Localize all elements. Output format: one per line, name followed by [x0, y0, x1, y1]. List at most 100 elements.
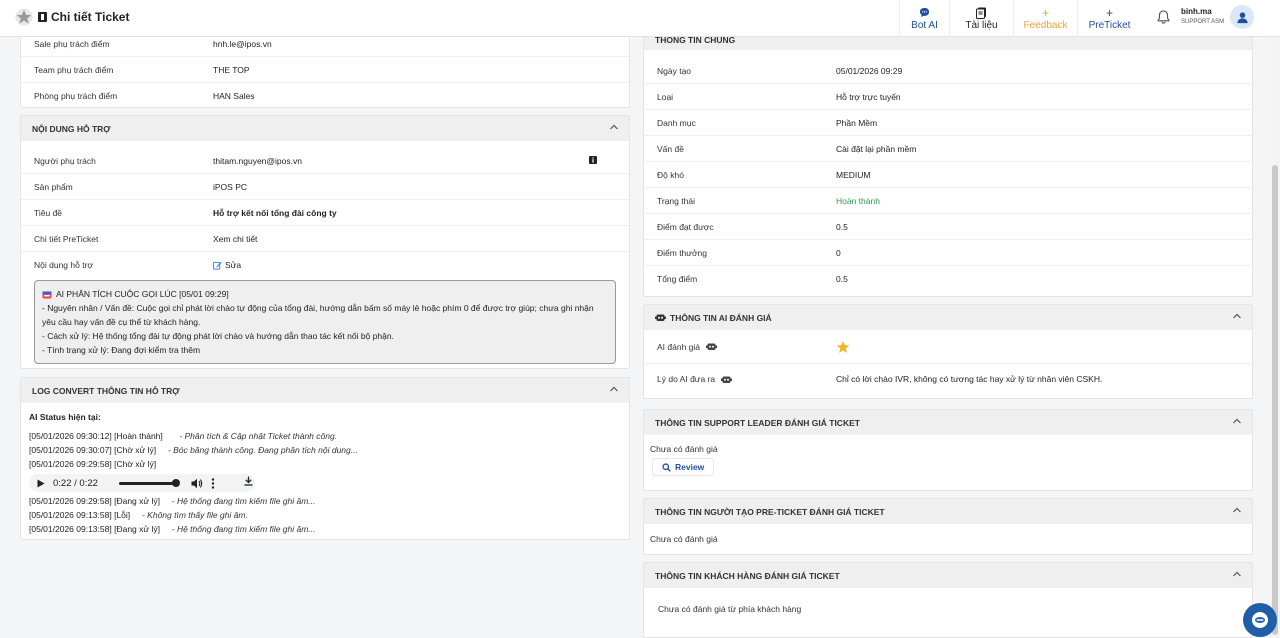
audio-seek-bar[interactable]: [119, 478, 180, 487]
customer-evaluation-header[interactable]: THÔNG TIN KHÁCH HÀNG ĐÁNH GIÁ TICKET: [644, 563, 1252, 588]
chat-widget-button[interactable]: [1243, 603, 1277, 637]
chevron-up-icon[interactable]: [1232, 416, 1242, 426]
section-title: THÔNG TIN SUPPORT LEADER ĐÁNH GIÁ TICKET: [655, 417, 860, 428]
edit-button[interactable]: Sửa: [213, 260, 241, 270]
log-convert-header[interactable]: LOG CONVERT THÔNG TIN HỖ TRỢ: [21, 378, 629, 403]
general-info-card: THÔNG TIN CHUNG Ngày tạo 05/01/2026 09:29…: [643, 24, 1253, 297]
audio-time: 0:22 / 0:22: [53, 477, 98, 489]
chevron-up-icon[interactable]: [1232, 569, 1242, 579]
log-time: [05/01/2026 09:29:58]: [29, 496, 112, 506]
info-row: Sản phẩm iPOS PC: [21, 174, 629, 200]
leader-evaluation-card: THÔNG TIN SUPPORT LEADER ĐÁNH GIÁ TICKET…: [643, 409, 1253, 491]
play-icon[interactable]: [37, 479, 45, 488]
volume-icon[interactable]: [191, 478, 203, 489]
log-time: [05/01/2026 09:13:58]: [29, 524, 112, 534]
view-detail-link[interactable]: Xem chi tiết: [213, 234, 257, 244]
review-button[interactable]: Review: [652, 458, 715, 476]
log-line: [05/01/2026 09:29:58] [Chờ xử lý]: [21, 457, 629, 471]
info-row: Tiêu đề Hỗ trợ kết nối tổng đài công ty: [21, 200, 629, 226]
no-evaluation-text: Chưa có đánh giá: [650, 534, 718, 544]
robot-icon: [706, 343, 718, 350]
user-info[interactable]: binh.ma SUPPORT ASM: [1181, 7, 1224, 27]
info-row: Chi tiết PreTicket Xem chi tiết: [21, 226, 629, 252]
log-line: [05/01/2026 09:30:12] [Hoàn thành] - Phâ…: [21, 429, 629, 443]
chevron-up-icon[interactable]: [609, 122, 619, 132]
ai-analysis-cause: - Nguyên nhân / Vấn đề: Cuộc gọi chỉ phá…: [42, 303, 594, 327]
chevron-up-icon[interactable]: [1232, 505, 1242, 515]
row-value: Cài đặt lại phần mềm: [836, 143, 917, 154]
row-label: Sale phụ trách điểm: [34, 38, 110, 49]
page-title: Chi tiết Ticket: [51, 10, 130, 24]
row-value: Phần Mềm: [836, 117, 878, 128]
more-options-icon[interactable]: [211, 477, 215, 489]
row-label: Điểm đạt được: [657, 221, 714, 232]
no-customer-evaluation-text: Chưa có đánh giá từ phía khách hàng: [658, 604, 802, 614]
chevron-up-icon[interactable]: [609, 384, 619, 394]
info-row: Độ khó MEDIUM: [644, 162, 1252, 188]
top-nav: Bot AI Tài liệu + Feedback + PreTicket: [899, 0, 1141, 37]
row-label: Người phụ trách: [34, 155, 96, 166]
info-row: Người phụ trách thitam.nguyen@ipos.vn: [21, 148, 629, 174]
user-role: SUPPORT ASM: [1181, 19, 1225, 25]
row-value: THE TOP: [213, 64, 250, 75]
document-icon: [976, 7, 986, 19]
row-label: Chi tiết PreTicket: [34, 233, 99, 244]
section-title: THÔNG TIN KHÁCH HÀNG ĐÁNH GIÁ TICKET: [655, 570, 840, 581]
log-line: [05/01/2026 09:13:58] [Lỗi] - Không tìm …: [21, 508, 629, 522]
logo-icon[interactable]: [15, 8, 33, 26]
download-icon[interactable]: [244, 476, 253, 486]
info-row: Ngày tạo 05/01/2026 09:29: [644, 58, 1252, 84]
log-line: [05/01/2026 09:13:58] [Đang xử lý] - Hệ …: [21, 522, 629, 536]
chat-bubble-icon: [919, 7, 930, 18]
scrollbar-thumb[interactable]: [1272, 165, 1278, 635]
section-title: LOG CONVERT THÔNG TIN HỖ TRỢ: [32, 385, 180, 396]
star-icon: [836, 340, 850, 353]
ai-status-label: AI Status hiện tại:: [29, 412, 101, 422]
plus-icon: +: [1105, 5, 1113, 20]
ticket-icon: [38, 12, 47, 22]
log-message: - Không tìm thấy file ghi âm.: [141, 510, 248, 520]
log-message: - Hệ thống đang tìm kiếm file ghi âm...: [171, 496, 316, 506]
chevron-up-icon[interactable]: [1232, 311, 1242, 321]
nav-bot-ai[interactable]: Bot AI: [899, 0, 949, 37]
bell-icon[interactable]: [1156, 9, 1171, 25]
info-row: Trạng thái Hoàn thành: [644, 188, 1252, 214]
log-line: [05/01/2026 09:30:07] [Chờ xử lý] - Bóc …: [21, 443, 629, 457]
search-icon: [662, 462, 671, 472]
log-status: [Đang xử lý]: [114, 496, 160, 506]
row-value: MEDIUM: [836, 169, 871, 180]
info-icon[interactable]: [589, 156, 597, 164]
ai-evaluation-card: THÔNG TIN AI ĐÁNH GIÁ AI đánh giá Lý do …: [643, 304, 1253, 399]
no-evaluation-text: Chưa có đánh giá: [650, 444, 718, 454]
edit-label: Sửa: [225, 260, 242, 270]
audio-player: 0:22 / 0:22: [29, 474, 255, 492]
creator-evaluation-card: THÔNG TIN NGƯỜI TẠO PRE-TICKET ĐÁNH GIÁ …: [643, 498, 1253, 555]
row-label: Team phụ trách điểm: [34, 64, 114, 75]
nav-feedback[interactable]: + Feedback: [1013, 0, 1077, 37]
log-message: - Hệ thống đang tìm kiếm file ghi âm...: [171, 524, 316, 534]
ai-evaluation-header[interactable]: THÔNG TIN AI ĐÁNH GIÁ: [644, 305, 1252, 330]
info-row: Tổng điểm 0.5: [644, 266, 1252, 292]
row-label: Danh mục: [657, 117, 696, 128]
nav-preticket[interactable]: + PreTicket: [1077, 0, 1141, 37]
log-status: [Đang xử lý]: [114, 524, 160, 534]
nav-preticket-label: PreTicket: [1088, 19, 1131, 31]
ticket-subject: Hỗ trợ kết nối tổng đài công ty: [213, 207, 337, 218]
support-content-header[interactable]: NỘI DUNG HỖ TRỢ: [21, 116, 629, 141]
avatar[interactable]: [1230, 5, 1254, 29]
row-value: 0: [836, 247, 841, 258]
info-row: Điểm thưởng 0: [644, 240, 1252, 266]
info-row: Điểm đạt được 0.5: [644, 214, 1252, 240]
leader-evaluation-header[interactable]: THÔNG TIN SUPPORT LEADER ĐÁNH GIÁ TICKET: [644, 410, 1252, 435]
log-message: - Bóc băng thành công. Đang phân tích nộ…: [167, 445, 358, 455]
log-status: [Chờ xử lý]: [114, 445, 157, 455]
creator-evaluation-header[interactable]: THÔNG TIN NGƯỜI TẠO PRE-TICKET ĐÁNH GIÁ …: [644, 499, 1252, 524]
info-row: AI đánh giá: [644, 330, 1252, 364]
nav-documents[interactable]: Tài liệu: [949, 0, 1013, 37]
section-title: THÔNG TIN NGƯỜI TẠO PRE-TICKET ĐÁNH GIÁ …: [655, 506, 885, 517]
status-value: Hoàn thành: [836, 195, 880, 206]
customer-evaluation-card: THÔNG TIN KHÁCH HÀNG ĐÁNH GIÁ TICKET Chư…: [643, 562, 1253, 638]
row-label: Tiêu đề: [34, 207, 63, 218]
support-content-card: NỘI DUNG HỖ TRỢ Người phụ trách thitam.n…: [20, 115, 630, 369]
page-scrollbar[interactable]: [1270, 37, 1280, 638]
